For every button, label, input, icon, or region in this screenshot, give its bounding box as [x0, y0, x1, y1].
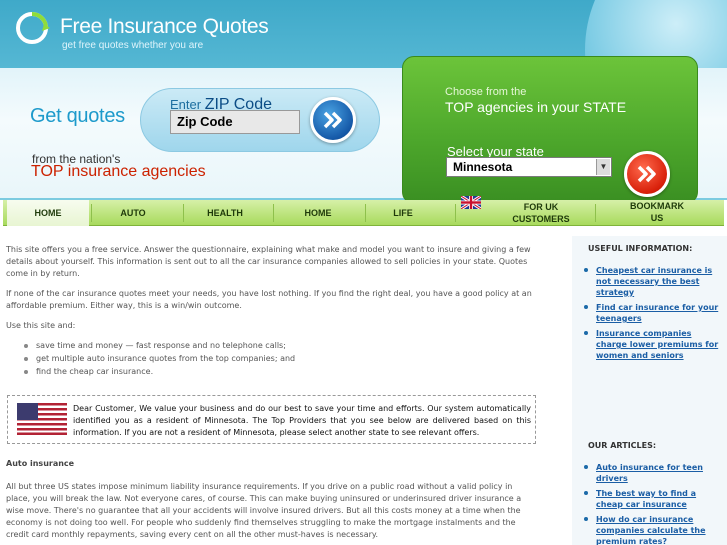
site-header: Free Insurance Quotes get free quotes wh… — [0, 0, 727, 200]
auto-insurance-text: All but three US states impose minimum l… — [6, 482, 522, 539]
list-item: Find car insurance for your teenagers — [584, 302, 724, 324]
nav-divider — [455, 204, 456, 222]
list-item: save time and money — fast response and … — [22, 340, 536, 352]
double-chevron-right-icon — [637, 165, 656, 183]
article-link[interactable]: Auto insurance for teen drivers — [596, 463, 703, 483]
list-item: How do car insurance companies calculate… — [584, 514, 724, 545]
articles-list: Auto insurance for teen drivers The best… — [584, 462, 724, 545]
nav-home-insurance[interactable]: HOME — [275, 200, 361, 226]
logo-icon[interactable] — [14, 10, 50, 46]
choose-from-text: Choose from the — [445, 86, 527, 98]
get-quotes-heading: Get quotes — [30, 105, 125, 127]
zip-go-button[interactable] — [310, 97, 356, 143]
nav-divider — [183, 204, 184, 222]
logo-subtitle: get free quotes whether you are — [62, 40, 204, 51]
notice-text: Dear Customer, We value your business an… — [73, 404, 531, 437]
sidebar: USEFUL INFORMATION: Cheapest car insuran… — [572, 236, 727, 545]
nav-divider — [595, 204, 596, 222]
our-articles-heading: OUR ARTICLES: — [588, 441, 657, 450]
list-item: Auto insurance for teen drivers — [584, 462, 724, 484]
dropdown-arrow-icon[interactable]: ▼ — [596, 159, 610, 175]
resident-notice: Dear Customer, We value your business an… — [7, 395, 536, 444]
nav-bookmark[interactable]: BOOKMARK US — [623, 192, 691, 232]
zip-code-input[interactable]: Zip Code — [170, 110, 300, 134]
intro-paragraph: This site offers you a free service. Ans… — [6, 245, 531, 278]
second-paragraph: If none of the car insurance quotes meet… — [6, 289, 532, 310]
state-go-button[interactable] — [624, 151, 670, 197]
nav-home[interactable]: HOME — [7, 200, 89, 226]
top-insurance-agencies-text: TOP insurance agencies — [31, 163, 206, 180]
list-item: get multiple auto insurance quotes from … — [22, 353, 536, 365]
benefits-list: save time and money — fast response and … — [22, 340, 536, 378]
use-site-label: Use this site and: — [6, 321, 76, 330]
top-agencies-state-text: TOP agencies in your STATE — [445, 99, 627, 115]
logo-title[interactable]: Free Insurance Quotes — [60, 15, 269, 39]
list-item: Insurance companies charge lower premium… — [584, 328, 724, 361]
nav-divider — [91, 204, 92, 222]
nav-life[interactable]: LIFE — [367, 200, 439, 226]
us-flag-icon — [17, 403, 67, 435]
auto-insurance-heading: Auto insurance — [6, 459, 75, 468]
nav-auto[interactable]: AUTO — [93, 200, 173, 226]
nav-divider — [365, 204, 366, 222]
list-item: find the cheap car insurance. — [22, 366, 536, 378]
useful-link[interactable]: Cheapest car insurance is not necessary … — [596, 266, 712, 297]
list-item: Cheapest car insurance is not necessary … — [584, 265, 724, 298]
useful-link[interactable]: Insurance companies charge lower premium… — [596, 329, 718, 360]
useful-link[interactable]: Find car insurance for your teenagers — [596, 303, 718, 323]
state-select[interactable]: Minnesota ▼ — [446, 157, 612, 177]
article-link[interactable]: How do car insurance companies calculate… — [596, 515, 706, 545]
nav-health[interactable]: HEALTH — [185, 200, 265, 226]
nav-uk-customers[interactable]: FOR UK CUSTOMERS — [511, 200, 571, 226]
useful-info-list: Cheapest car insurance is not necessary … — [584, 265, 724, 365]
uk-flag-icon — [461, 196, 481, 209]
main-nav: HOME AUTO HEALTH HOME LIFE FOR UK CUSTOM… — [3, 200, 724, 226]
article-link[interactable]: The best way to find a cheap car insuran… — [596, 489, 696, 509]
useful-info-heading: USEFUL INFORMATION: — [588, 244, 693, 253]
double-chevron-right-icon — [323, 111, 342, 129]
main-content: This site offers you a free service. Ans… — [6, 244, 536, 386]
list-item: The best way to find a cheap car insuran… — [584, 488, 724, 510]
nav-divider — [273, 204, 274, 222]
